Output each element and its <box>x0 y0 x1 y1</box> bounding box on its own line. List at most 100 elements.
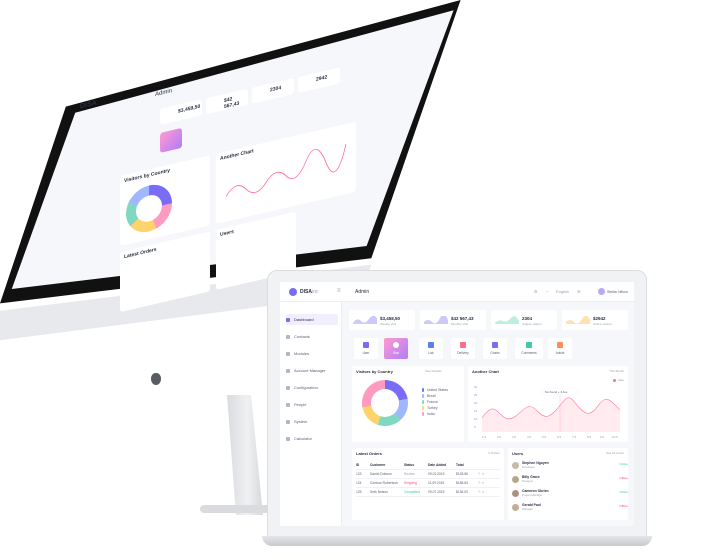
sidebar-item-contacts[interactable]: Contacts <box>286 331 338 342</box>
imac-stat-card: $3,459,50 <box>160 99 202 125</box>
status-badge: Completed <box>404 490 420 494</box>
avatar[interactable] <box>598 288 605 295</box>
y-tick: 25 <box>474 393 478 397</box>
app-tile-stat[interactable]: Stat <box>384 338 408 359</box>
x-tick: 10.5 <box>612 435 618 439</box>
panel-title: Users <box>512 451 524 456</box>
country-legend: United States Brazil France Turkey India <box>422 387 448 417</box>
x-tick: 8.5 <box>587 435 592 439</box>
sidebar-item-modules[interactable]: Modules <box>286 348 338 359</box>
panel-title: Latest Orders <box>356 451 383 456</box>
table-row[interactable]: 125 Seth Nelson Completed 09.07.2019 $13… <box>356 488 500 497</box>
sidebar-item-system[interactable]: System <box>286 416 338 427</box>
article-icon <box>557 342 563 348</box>
edit-icon[interactable]: ✎ <box>478 472 481 476</box>
app-tile-comments[interactable]: Comments <box>515 338 543 359</box>
laptop-base <box>262 536 652 546</box>
tooltip-text: Not found + 4 Ave <box>545 390 568 394</box>
brand-name: DISAinc <box>300 289 319 295</box>
view-details-link[interactable]: View Details <box>425 369 441 373</box>
language-select[interactable]: English <box>556 289 569 294</box>
sidebar-item-account-manager[interactable]: Account Manager <box>286 365 338 376</box>
app-tile-charts[interactable]: Charts <box>483 338 507 359</box>
y-tick: 30 <box>474 385 478 389</box>
edit-icon[interactable]: ✎ <box>478 490 481 494</box>
table-row[interactable]: 123 Daniel Dobson Review 09.01.2019 $128… <box>356 470 500 479</box>
avatar <box>512 503 519 511</box>
app-tile-delivery[interactable]: Delivery <box>451 338 475 359</box>
imac-stat-card: $42 567,43 <box>206 88 248 115</box>
legend-item: India <box>422 411 448 417</box>
another-chart-panel: Another Chart This Month Sale 30 25 20 1… <box>468 366 628 442</box>
avatar <box>512 461 519 469</box>
sidebar-item-people[interactable]: People <box>286 399 338 410</box>
app-tile-user[interactable]: User <box>354 338 378 359</box>
top-bar: DISAinc ≡ Admin ⚙ ◔ English ✉ Stefan Nil… <box>280 282 634 302</box>
status-badge: Online <box>619 462 628 466</box>
delete-icon[interactable]: ✕ <box>482 490 485 494</box>
x-tick: 4.5 <box>527 435 532 439</box>
user-list-item[interactable]: Cameron Obrien Project Manager Online <box>512 487 628 499</box>
delete-icon[interactable]: ✕ <box>482 472 485 476</box>
y-tick: 15 <box>474 409 478 413</box>
table-row[interactable]: 124 Contour Robertson Shipping 11.09.201… <box>356 479 500 488</box>
edit-icon[interactable]: ✎ <box>478 481 481 485</box>
delete-icon[interactable]: ✕ <box>482 481 485 485</box>
status-badge: Review <box>404 472 415 476</box>
y-tick: 20 <box>474 401 478 405</box>
page-title: Admin <box>355 289 370 295</box>
settings-icon[interactable]: ⚙ <box>534 289 538 294</box>
imac-another-chart-panel: Another Chart <box>216 121 356 224</box>
imac-stat-card: 2942 <box>298 67 340 94</box>
donut-chart <box>362 380 408 426</box>
sidebar-item-calculator[interactable]: Calculator <box>286 433 338 444</box>
sidebar-item-configuration[interactable]: Configuration <box>286 382 338 393</box>
user-list-item[interactable]: Gerald Paul Manager Offline <box>512 501 628 513</box>
x-tick: 3.5 <box>512 435 517 439</box>
see-all-users-link[interactable]: See All Users <box>606 451 624 455</box>
status-badge: Offline <box>619 476 628 480</box>
account-icon <box>286 368 290 373</box>
menu-icon[interactable]: ≡ <box>337 288 341 294</box>
imac-line-chart <box>225 143 347 197</box>
sparkline-icon <box>566 316 590 324</box>
y-tick: 10 <box>474 417 478 421</box>
x-tick: 7.5 <box>572 435 577 439</box>
flask-icon <box>428 342 434 348</box>
system-icon <box>286 419 290 424</box>
user-list-item[interactable]: Billy Grace Designer Offline <box>512 473 628 485</box>
sparkline-icon <box>424 316 448 324</box>
current-user-name[interactable]: Stefan Nilson <box>607 290 628 294</box>
visitors-by-country-panel: Visitors by Country View Details United … <box>352 366 464 442</box>
stat-card-weekly-visit[interactable]: $3,458,50 Weekly Visit <box>349 310 415 330</box>
stat-card-online-visitors[interactable]: $2942 Online visitors <box>562 310 628 330</box>
mail-icon[interactable]: ✉ <box>577 289 580 294</box>
plane-icon <box>460 342 466 348</box>
status-badge: Shipping <box>404 481 417 485</box>
avatar <box>512 475 519 483</box>
latest-orders-panel: Latest Orders 6 Orders ID Customer Statu… <box>352 448 504 520</box>
sparkline-icon <box>353 316 377 324</box>
stat-card-unique-visitors[interactable]: 2304 Unique visitors <box>491 310 557 330</box>
calculator-icon <box>286 436 290 441</box>
dashboard-icon <box>286 317 290 322</box>
laptop-screen: DISAinc ≡ Admin ⚙ ◔ English ✉ Stefan Nil… <box>280 282 634 526</box>
people-icon <box>286 402 290 407</box>
stat-card-monthly-visit[interactable]: $42 567,43 Monthly Visit <box>420 310 486 330</box>
user-list-item[interactable]: Stephen Nguyen Developer Online <box>512 459 628 471</box>
x-tick: 6.5 <box>557 435 562 439</box>
imac-stat-card: 2304 <box>252 77 294 104</box>
configuration-icon <box>286 385 290 390</box>
line-chart: 30 25 20 15 10 5 Not found + 4 Ave 1.5 2… <box>474 385 621 439</box>
app-tile-article[interactable]: Article <box>548 338 572 359</box>
notification-icon[interactable]: ◔ <box>546 289 548 294</box>
orders-count-link[interactable]: 6 Orders <box>488 451 500 455</box>
chart-icon <box>492 342 498 348</box>
imac-brand: DISA <box>80 99 97 111</box>
app-tile-lab[interactable]: Lab <box>419 338 443 359</box>
x-tick: 9.5 <box>600 435 605 439</box>
imac-header-title: Admin <box>155 88 173 99</box>
imac-app-tile-active <box>160 127 182 153</box>
sidebar-item-dashboard[interactable]: Dashboard <box>286 314 338 325</box>
comments-icon <box>526 342 532 348</box>
